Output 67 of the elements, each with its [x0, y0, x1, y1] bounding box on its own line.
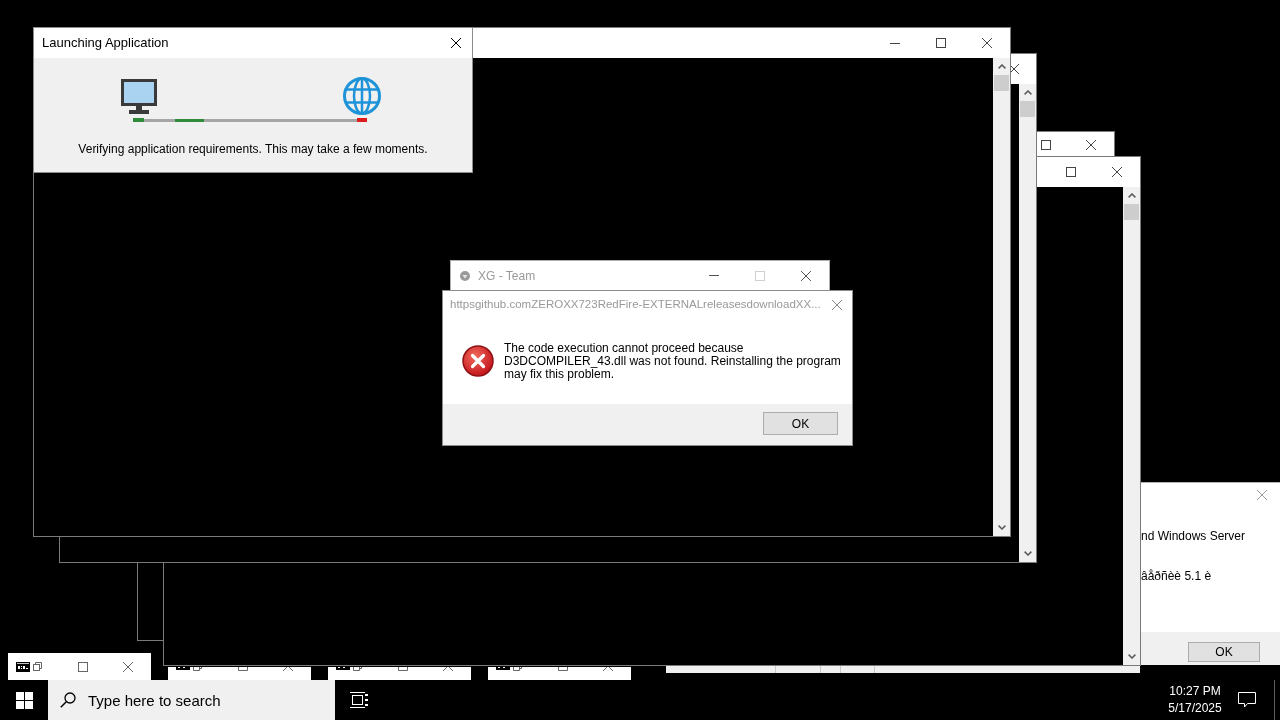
message-text: âåðñèè 5.1 è	[1141, 568, 1213, 585]
minimized-window[interactable]	[168, 667, 311, 680]
restore-icon	[353, 667, 362, 671]
window-title: Launching Application	[42, 34, 169, 53]
chevron-down-icon[interactable]	[1127, 654, 1136, 659]
status-message: Verifying application requirements. This may take a few moments.	[77, 142, 429, 157]
restore-icon	[33, 662, 42, 671]
clock-time[interactable]: 10:27 PM	[1169, 683, 1221, 700]
close-icon	[1257, 490, 1267, 500]
restore-button[interactable]	[513, 667, 522, 671]
scrollbar[interactable]	[1019, 84, 1036, 562]
console-icon	[16, 661, 30, 672]
restore-icon	[193, 667, 202, 671]
restore-button[interactable]	[193, 667, 202, 671]
scrollbar-thumb[interactable]	[1020, 101, 1035, 117]
minimized-window[interactable]	[8, 653, 151, 680]
close-icon	[603, 667, 613, 671]
maximize-icon	[398, 667, 408, 671]
error-message: The code execution cannot proceed because D3DCOMPILER_43.dll was not found. Reinstalling the program may fix this problem.	[504, 341, 841, 381]
message-text: nd Windows Server	[1141, 528, 1247, 545]
minimized-window[interactable]	[488, 667, 631, 680]
chevron-up-icon[interactable]	[997, 64, 1006, 69]
clock-date[interactable]: 5/17/2025	[1168, 700, 1222, 717]
close-icon	[1086, 139, 1096, 150]
maximize-icon	[936, 38, 946, 48]
chevron-down-icon[interactable]	[997, 525, 1006, 530]
close-icon	[801, 270, 811, 281]
window-title: XG - Team	[478, 267, 536, 285]
search-icon	[60, 692, 76, 708]
close-icon	[283, 667, 293, 671]
chevron-down-icon[interactable]	[1023, 551, 1032, 556]
close-icon	[451, 38, 461, 48]
app-icon	[460, 270, 470, 281]
ok-button[interactable]: OK	[1188, 642, 1260, 662]
close-icon	[982, 38, 992, 48]
close-icon	[443, 667, 453, 671]
chevron-up-icon[interactable]	[1023, 90, 1032, 95]
scrollbar-thumb[interactable]	[994, 75, 1009, 91]
maximize-icon	[1040, 139, 1051, 150]
task-view-icon	[350, 692, 368, 708]
monitor-icon	[121, 79, 157, 115]
notification-icon	[1238, 692, 1256, 708]
maximize-icon	[558, 667, 568, 671]
globe-icon	[343, 77, 381, 115]
minimized-window[interactable]	[328, 667, 471, 680]
window-title: httpsgithub.comZEROXX723RedFire-EXTERNALreleasesdownloadXX...	[450, 296, 821, 312]
close-icon	[123, 661, 133, 672]
minimize-icon	[709, 275, 719, 276]
close-icon	[1112, 167, 1122, 177]
minimize-icon	[890, 42, 900, 44]
maximize-icon	[1066, 167, 1076, 177]
scrollbar[interactable]	[993, 58, 1010, 536]
windows-logo-icon	[15, 691, 33, 709]
search-field[interactable]: Type here to search	[48, 680, 335, 720]
chevron-up-icon[interactable]	[1127, 193, 1136, 198]
error-icon	[462, 345, 494, 377]
close-icon	[1011, 64, 1019, 74]
maximize-icon	[238, 667, 248, 671]
restore-button[interactable]	[33, 662, 42, 671]
restore-icon	[513, 667, 522, 671]
maximize-icon	[755, 270, 765, 281]
restore-button[interactable]	[353, 667, 362, 671]
maximize-icon	[78, 661, 88, 672]
close-icon	[832, 299, 842, 310]
scrollbar-thumb[interactable]	[1124, 204, 1139, 220]
ok-button[interactable]: OK	[763, 412, 838, 435]
scrollbar[interactable]	[1123, 187, 1140, 665]
